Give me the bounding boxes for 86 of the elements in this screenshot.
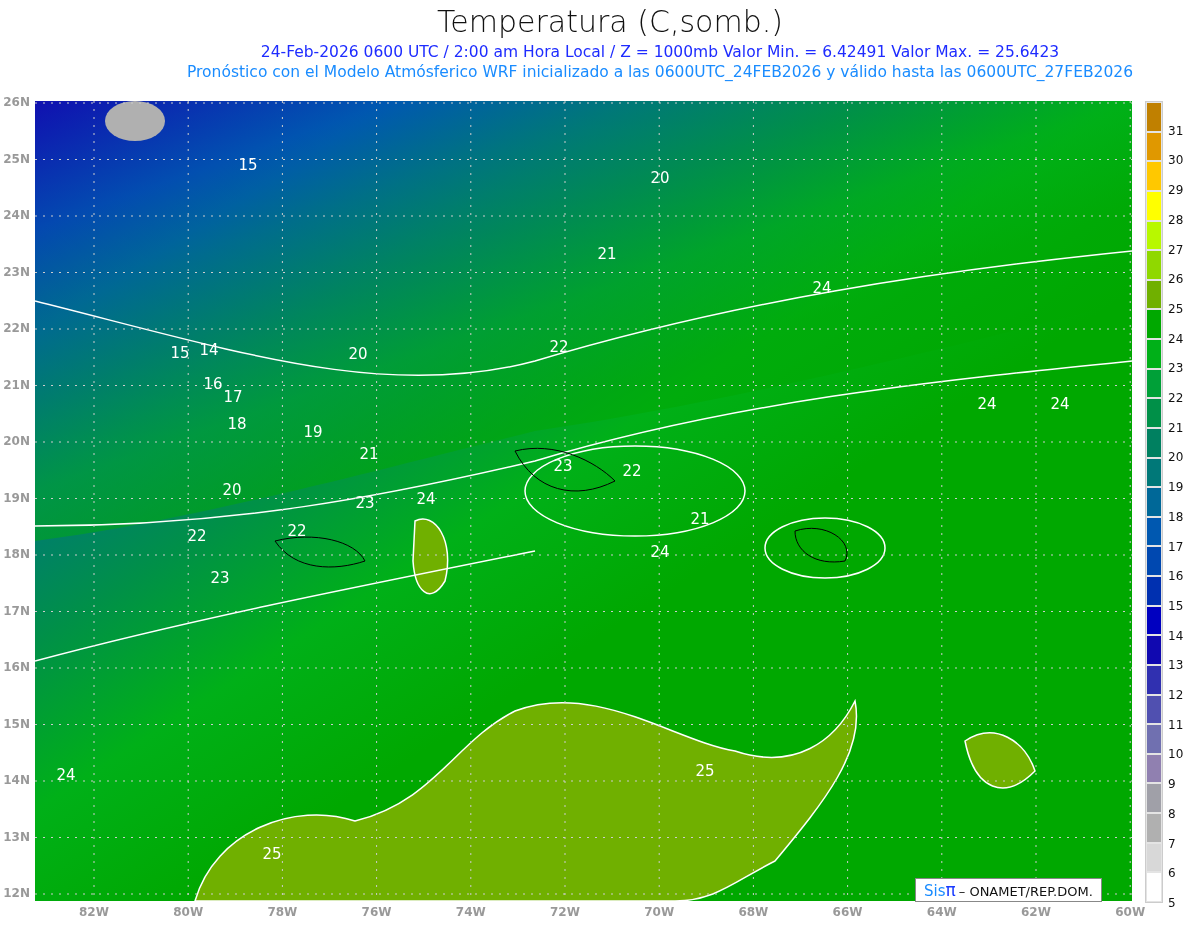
longitude-label: 64W [926, 905, 957, 919]
colorbar-label: 24 [1168, 331, 1184, 346]
forecast-note: Pronóstico con el Modelo Atmósferico WRF inicializado a las 0600UTC_24FEB2026 y válido hasta las 0600UTC_27FEB2026 [187, 62, 1133, 82]
contour-label: 22 [622, 462, 642, 480]
colorbar-label: 7 [1168, 836, 1176, 851]
colorbar-label: 8 [1168, 806, 1176, 821]
credit-label: Sisπ – ONAMET/REP.DOM. [915, 878, 1102, 902]
latitude-label: 12N [2, 886, 30, 900]
colorbar-label: 13 [1168, 658, 1184, 673]
colorbar-label: 18 [1168, 509, 1184, 524]
contour-label: 23 [355, 494, 375, 512]
colorbar-label: 31 [1168, 123, 1184, 138]
colorbar-label: 21 [1168, 420, 1184, 435]
contour-label: 24 [1050, 395, 1070, 413]
colorbar-label: 11 [1168, 717, 1184, 732]
colorbar-label: 17 [1168, 539, 1184, 554]
contour-label: 21 [597, 245, 617, 263]
contour-label: 25 [695, 762, 715, 780]
contour-label: 24 [812, 279, 832, 297]
contour-label: 24 [977, 395, 997, 413]
colorbar-label: 26 [1168, 272, 1184, 287]
contour-label: 21 [690, 510, 710, 528]
colorbar-label: 25 [1168, 301, 1184, 316]
colorbar-label: 12 [1168, 688, 1184, 703]
contour-label: 14 [199, 341, 219, 359]
longitude-label: 60W [1115, 905, 1146, 919]
colorbar-label: 5 [1168, 896, 1176, 910]
contour-label: 15 [238, 156, 258, 174]
latitude-label: 25N [2, 151, 30, 166]
contour-label: 23 [553, 457, 573, 475]
longitude-label: 66W [832, 905, 863, 919]
colorbar-label: 23 [1168, 361, 1184, 376]
latitude-label: 13N [2, 829, 30, 844]
colorbar-label: 22 [1168, 391, 1184, 406]
latitude-label: 23N [2, 264, 30, 279]
latitude-label: 22N [2, 321, 30, 335]
longitude-label: 78W [267, 905, 298, 919]
longitude-label: 68W [738, 905, 769, 919]
contour-label: 17 [223, 388, 243, 406]
contour-label: 19 [303, 423, 323, 441]
colorbar-label: 29 [1168, 183, 1184, 198]
latitude-label: 21N [2, 377, 30, 392]
contour-label: 20 [348, 345, 368, 363]
colorbar-label: 14 [1168, 628, 1184, 643]
contour-label: 23 [210, 569, 230, 587]
colorbar-label: 9 [1168, 777, 1176, 792]
contour-label: 20 [222, 481, 242, 499]
contour-label: 22 [187, 527, 207, 545]
colorbar-label: 15 [1168, 598, 1184, 613]
contour-label: 24 [650, 543, 670, 561]
latitude-label: 15N [2, 716, 30, 731]
longitude-label: 72W [550, 905, 580, 919]
contour-label: 21 [359, 445, 379, 463]
latitude-label: 19N [2, 490, 30, 505]
contour-label: 22 [549, 338, 569, 356]
longitude-label: 62W [1021, 905, 1051, 919]
contour-label: 24 [56, 766, 76, 784]
contour-label: 18 [227, 415, 247, 433]
latitude-label: 17N [2, 603, 30, 618]
longitude-label: 70W [644, 905, 675, 919]
latitude-label: 18N [2, 547, 30, 561]
longitude-label: 80W [173, 905, 204, 919]
contour-label: 24 [416, 490, 436, 508]
latitude-label: 14N [2, 773, 30, 787]
colorbar-label: 6 [1168, 866, 1176, 881]
contour-label: 15 [170, 344, 190, 362]
colorbar-label: 19 [1168, 480, 1184, 495]
latitude-label: 16N [2, 660, 30, 674]
latitude-label: 24N [2, 208, 30, 222]
colorbar-label: 27 [1168, 242, 1184, 257]
longitude-label: 76W [361, 905, 392, 919]
colorbar-label: 20 [1168, 450, 1184, 465]
map-subtitle: 24-Feb-2026 0600 UTC / 2:00 am Hora Local / Z = 1000mb Valor Min. = 6.42491 Valor Max. = 25.6423 [260, 42, 1060, 62]
latitude-label: 26N [2, 95, 30, 109]
latitude-label: 20N [2, 434, 30, 448]
contour-label: 16 [203, 375, 223, 393]
contour-label: 22 [287, 522, 307, 540]
colorbar-label: 16 [1168, 569, 1184, 584]
colorbar-label: 28 [1168, 212, 1184, 227]
colorbar-label: 30 [1168, 153, 1184, 168]
contour-label: 20 [650, 169, 670, 187]
longitude-label: 74W [455, 905, 486, 919]
longitude-label: 82W [79, 905, 109, 919]
colorbar-label: 10 [1168, 747, 1184, 762]
contour-label: 25 [262, 845, 282, 863]
map-title: Temperatura (C,somb.) [437, 3, 783, 41]
